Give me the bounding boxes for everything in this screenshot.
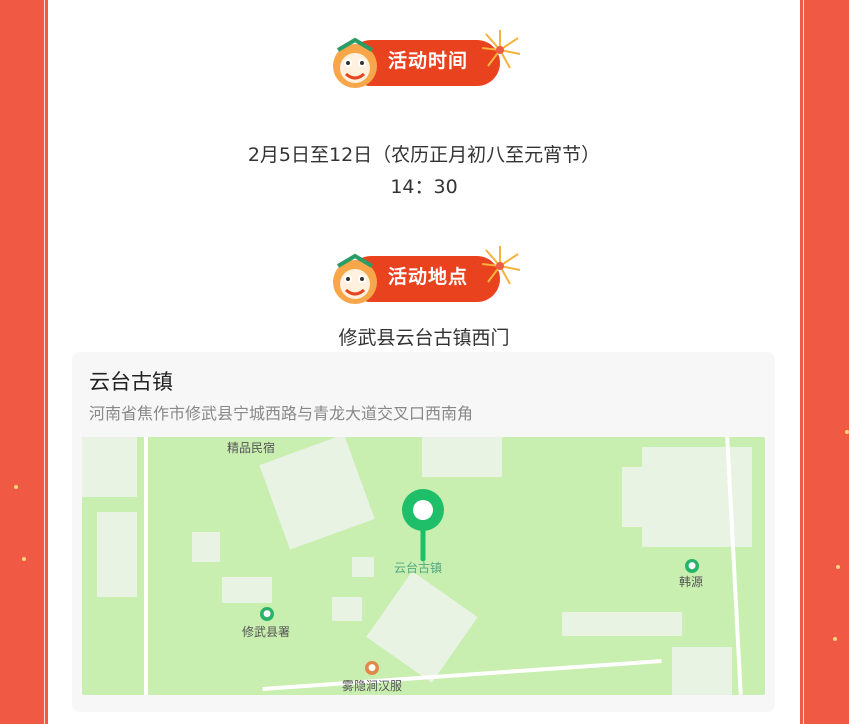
right-frame-line	[803, 0, 804, 724]
left-border	[0, 0, 46, 724]
map-block	[352, 557, 374, 577]
decor-dot	[833, 637, 837, 641]
location-section-badge: 活动地点	[328, 246, 528, 308]
map-block	[672, 647, 732, 695]
map-block	[259, 437, 375, 550]
location-pin-icon	[402, 489, 444, 562]
map-block	[192, 532, 220, 562]
time-date-line: 2月5日至12日（农历正月初八至元宵节）	[247, 144, 601, 166]
time-clock-line: 14：30	[390, 176, 458, 198]
left-frame-line	[44, 0, 45, 724]
location-section-title: 活动地点	[388, 266, 469, 288]
map-pin-label: 云台古镇	[394, 561, 443, 575]
map-road	[262, 659, 662, 691]
firework-icon	[481, 246, 521, 285]
map-block	[222, 577, 272, 603]
map-poi-icon: ●	[260, 607, 274, 621]
map-block	[332, 597, 362, 621]
map-poi-label: 韩源	[679, 575, 704, 589]
right-border	[803, 0, 849, 724]
location-map[interactable]: 精品民宿 ● 韩源 ● 修武县署 ● 雾隐涧汉服体验馆 云台古镇	[82, 437, 765, 695]
decor-dot	[836, 565, 840, 569]
map-poi-label: 精品民宿	[227, 441, 276, 455]
lion-dance-icon	[333, 253, 377, 304]
map-block	[422, 437, 502, 477]
map-poi-icon: ●	[365, 661, 379, 675]
map-block	[562, 612, 682, 636]
decor-dot	[22, 557, 26, 561]
map-poi-label: 修武县署	[242, 625, 291, 639]
map-block	[642, 447, 752, 547]
map-poi-icon: ●	[685, 559, 699, 573]
lion-dance-icon	[333, 37, 377, 88]
location-place-line: 修武县云台古镇西门	[338, 327, 510, 349]
location-card-address: 河南省焦作市修武县宁城西路与青龙大道交叉口西南角	[89, 404, 474, 423]
time-section-title: 活动时间	[388, 50, 469, 72]
map-road	[144, 437, 148, 695]
location-card-name: 云台古镇	[89, 370, 173, 394]
decor-dot	[845, 430, 849, 434]
content-panel: 活动时间 2月5日至12日（农历正月初八至元宵节） 14：30 活动地点 修武县…	[48, 0, 800, 724]
decor-dot	[14, 485, 18, 489]
firework-icon	[481, 30, 521, 69]
time-section-badge: 活动时间	[328, 30, 528, 92]
map-poi-label: 雾隐涧汉服体验馆	[342, 679, 403, 693]
map-block	[622, 467, 644, 527]
map-block	[97, 512, 137, 597]
location-card[interactable]: 云台古镇 河南省焦作市修武县宁城西路与青龙大道交叉口西南角 精品民宿 ● 韩源 …	[72, 352, 775, 712]
map-block	[82, 437, 137, 497]
map-block	[366, 571, 478, 683]
